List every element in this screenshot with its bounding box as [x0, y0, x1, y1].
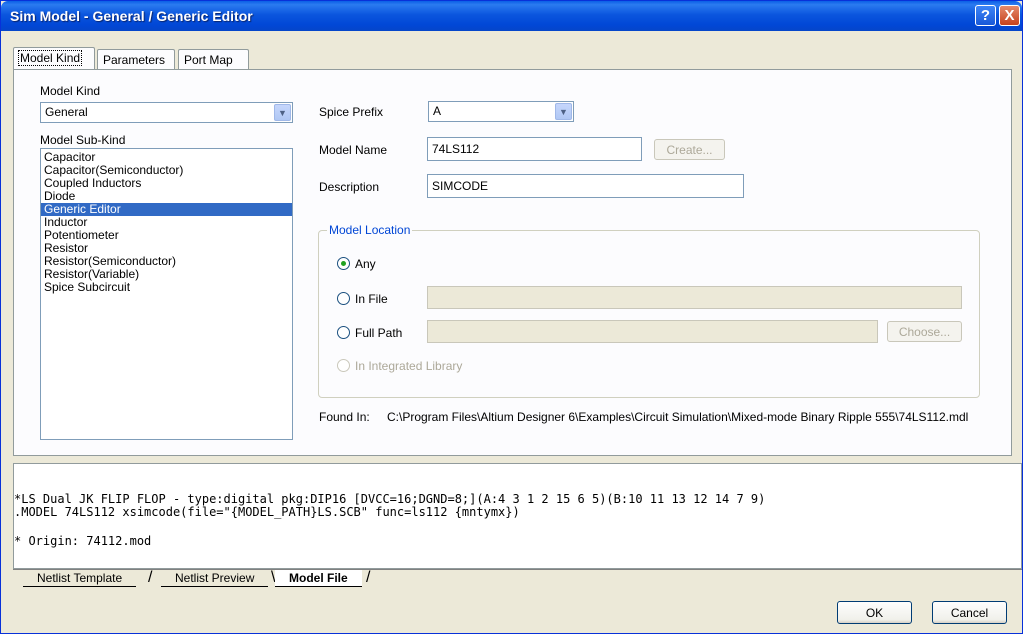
model-location-group: Model Location Any In File Full Path Cho… [318, 223, 980, 398]
found-in-path: C:\Program Files\Altium Designer 6\Examp… [387, 410, 969, 424]
chevron-down-icon[interactable]: ▼ [274, 104, 291, 121]
tab-netlist-template[interactable]: Netlist Template [23, 570, 137, 587]
model-file-line: *LS Dual JK FLIP FLOP - type:digital pkg… [14, 492, 766, 506]
sim-model-dialog: Sim Model - General / Generic Editor ? X… [0, 0, 1023, 634]
create-button[interactable]: Create... [654, 139, 725, 160]
radio-full-path-label: Full Path [355, 326, 403, 340]
spice-prefix-label: Spice Prefix [319, 105, 384, 119]
tab-netlist-preview[interactable]: Netlist Preview [161, 570, 269, 587]
tab-model-file[interactable]: Model File [275, 570, 362, 587]
tab-parameters[interactable]: Parameters [97, 49, 175, 69]
tab-parameters-label: Parameters [103, 53, 166, 67]
model-file-line: * Origin: 74112.mod [14, 534, 152, 548]
list-item[interactable]: Coupled Inductors [41, 177, 292, 190]
tab-separator: / [366, 569, 371, 586]
full-path-input[interactable] [427, 320, 878, 343]
model-kind-select[interactable]: General ▼ [40, 102, 293, 123]
radio-full-path[interactable] [337, 326, 350, 339]
model-name-input[interactable]: 74LS112 [427, 137, 642, 161]
radio-in-file[interactable] [337, 292, 350, 305]
model-sub-kind-label: Model Sub-Kind [40, 133, 126, 147]
tab-model-kind-label: Model Kind [17, 50, 83, 66]
ok-button[interactable]: OK [837, 601, 912, 624]
tab-port-map[interactable]: Port Map [178, 49, 249, 69]
model-kind-label: Model Kind [40, 84, 101, 98]
radio-integrated-library[interactable] [337, 359, 350, 372]
help-icon: ? [980, 7, 991, 24]
help-button[interactable]: ? [975, 5, 996, 26]
cancel-button[interactable]: Cancel [932, 601, 1007, 624]
radio-any[interactable] [337, 257, 350, 270]
model-name-label: Model Name [319, 143, 388, 157]
model-sub-kind-list[interactable]: Capacitor Capacitor(Semiconductor) Coupl… [40, 148, 293, 440]
close-button[interactable]: X [999, 5, 1020, 26]
bottom-tab-strip: Netlist Template / Netlist Preview \ Mod… [13, 569, 1022, 589]
model-kind-panel: Model Kind General ▼ Model Sub-Kind Capa… [13, 69, 1012, 456]
list-item[interactable]: Spice Subcircuit [41, 281, 292, 294]
model-file-editor[interactable]: *LS Dual JK FLIP FLOP - type:digital pkg… [13, 463, 1022, 569]
window-title: Sim Model - General / Generic Editor [10, 8, 253, 24]
description-input[interactable]: SIMCODE [427, 174, 744, 198]
tab-model-kind[interactable]: Model Kind [13, 47, 95, 70]
model-location-title: Model Location [327, 223, 413, 237]
spice-prefix-select[interactable]: A ▼ [428, 101, 574, 122]
tab-port-map-label: Port Map [184, 53, 233, 67]
model-file-line: .MODEL 74LS112 xsimcode(file="{MODEL_PAT… [14, 505, 520, 519]
description-label: Description [319, 180, 380, 194]
radio-integrated-library-label: In Integrated Library [355, 359, 463, 373]
in-file-input[interactable] [427, 286, 962, 309]
tab-separator: / [148, 569, 153, 586]
close-icon: X [1004, 7, 1015, 24]
choose-button[interactable]: Choose... [887, 321, 962, 342]
title-bar[interactable]: Sim Model - General / Generic Editor ? X [1, 1, 1022, 31]
found-in-label: Found In: [319, 410, 370, 424]
chevron-down-icon[interactable]: ▼ [555, 103, 572, 120]
model-kind-value: General [45, 105, 88, 119]
radio-any-label: Any [355, 257, 376, 271]
radio-in-file-label: In File [355, 292, 388, 306]
spice-prefix-value: A [433, 104, 442, 118]
